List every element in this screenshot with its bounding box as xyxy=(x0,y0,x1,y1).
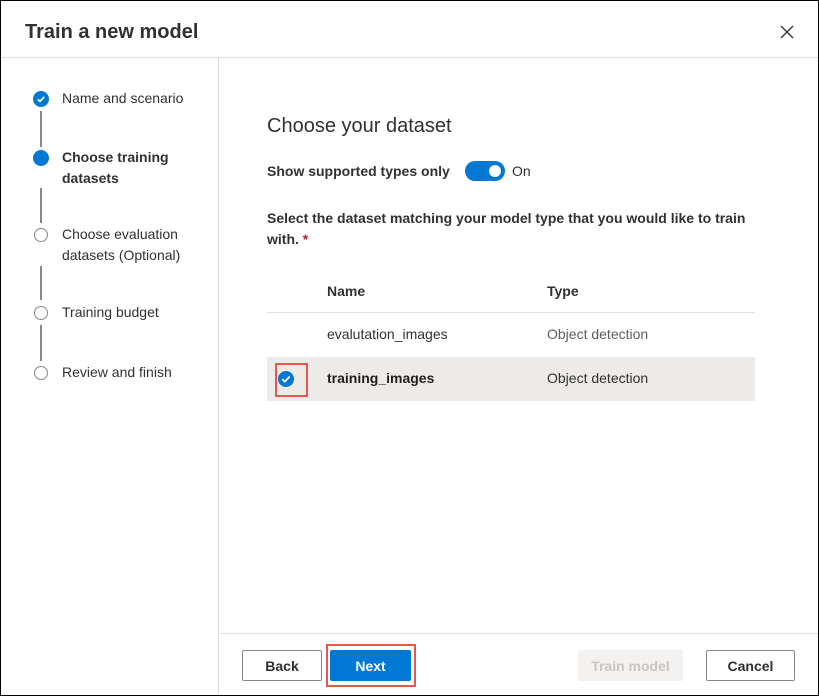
table-header: Name Type xyxy=(267,270,755,313)
close-icon xyxy=(780,25,794,39)
table-row[interactable]: evalutation_images Object detection xyxy=(267,313,755,357)
toggle-knob xyxy=(489,165,501,177)
step-label: Name and scenario xyxy=(62,90,184,106)
main-panel: Choose your dataset Show supported types… xyxy=(220,58,818,633)
back-button[interactable]: Back xyxy=(242,650,322,681)
section-heading: Choose your dataset xyxy=(267,115,452,137)
toggle-state-text: On xyxy=(512,163,531,179)
cancel-button[interactable]: Cancel xyxy=(706,650,795,681)
step-label: Choose evaluation datasets (Optional) xyxy=(62,226,181,263)
train-model-dialog: Train a new model Name and scenario Choo… xyxy=(0,0,819,696)
dataset-type: Object detection xyxy=(547,326,649,342)
instruction-text: Select the dataset matching your model t… xyxy=(267,208,767,250)
highlight-box-next xyxy=(326,644,416,687)
supported-types-toggle[interactable] xyxy=(465,161,505,181)
toggle-label: Show supported types only xyxy=(267,163,450,179)
step-label: Review and finish xyxy=(62,364,172,380)
table-row[interactable]: training_images Object detection xyxy=(267,357,755,401)
step-connector xyxy=(40,325,42,361)
required-marker: * xyxy=(302,231,309,247)
dialog-title: Train a new model xyxy=(25,21,199,43)
step-connector xyxy=(40,111,42,147)
filled-circle-icon xyxy=(33,150,49,166)
column-header-name[interactable]: Name xyxy=(327,283,365,299)
step-connector xyxy=(40,266,42,300)
dialog-footer: Back Next Train model Cancel xyxy=(220,633,818,695)
step-label: Training budget xyxy=(62,304,159,320)
step-label: Choose training datasets xyxy=(62,149,169,186)
dataset-name: training_images xyxy=(327,370,435,386)
instruction-label: Select the dataset matching your model t… xyxy=(267,210,746,247)
close-button[interactable] xyxy=(777,22,797,42)
checkmark-circle-icon xyxy=(33,91,49,107)
column-header-type[interactable]: Type xyxy=(547,283,579,299)
step-connector xyxy=(40,188,42,223)
train-model-button[interactable]: Train model xyxy=(578,650,683,681)
empty-circle-icon xyxy=(34,306,48,320)
dialog-header: Train a new model xyxy=(1,1,818,58)
highlight-box-checkbox xyxy=(275,363,308,397)
empty-circle-icon xyxy=(34,366,48,380)
dataset-type: Object detection xyxy=(547,370,649,386)
dataset-table: Name Type evalutation_images Object dete… xyxy=(267,270,755,401)
empty-circle-icon xyxy=(34,228,48,242)
wizard-steps: Name and scenario Choose training datase… xyxy=(1,58,219,695)
dataset-name: evalutation_images xyxy=(327,326,448,342)
